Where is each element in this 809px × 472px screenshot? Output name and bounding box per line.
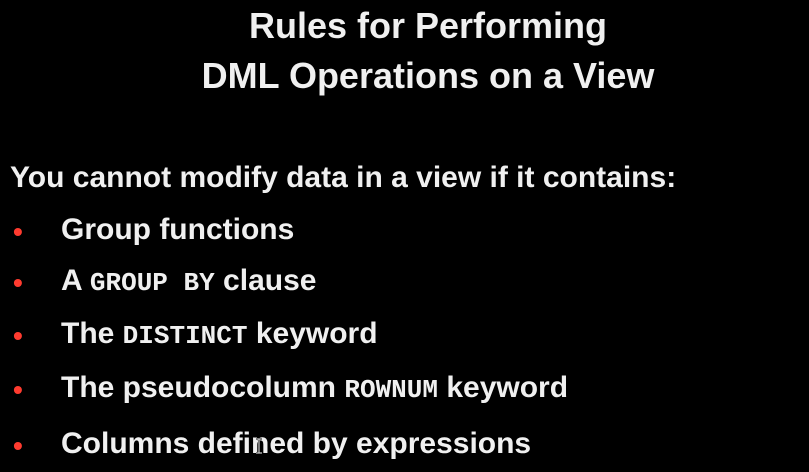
bullet-icon: • xyxy=(13,374,23,405)
bullet-text-suffix: clause xyxy=(214,264,317,297)
bullet-list: • Group functions • A GROUP BY clause • … xyxy=(0,0,809,472)
bullet-text: The pseudocolumn ROWNUM keyword xyxy=(61,366,568,412)
slide: Rules for Performing DML Operations on a… xyxy=(0,0,809,472)
bullet-text-suffix: keyword xyxy=(437,371,569,404)
bullet-text: Columns defined by expressions xyxy=(61,422,531,466)
bullet-text: Group functions xyxy=(61,208,294,252)
bullet-text-prefix: The xyxy=(61,317,123,350)
list-item: • Group functions xyxy=(0,208,809,252)
list-item: • A GROUP BY clause xyxy=(0,259,809,303)
bullet-code: DISTINCT xyxy=(122,321,248,351)
bullet-text-plain: Columns defined by expressions xyxy=(61,427,532,460)
bullet-text-prefix: The pseudocolumn xyxy=(61,371,345,404)
bullet-icon: • xyxy=(13,320,23,351)
bullet-text: The DISTINCT keyword xyxy=(61,312,378,358)
bullet-text-suffix: keyword xyxy=(247,317,378,350)
text-cursor-icon xyxy=(255,438,263,454)
bullet-icon: • xyxy=(13,267,23,298)
list-item: • Columns defined by expressions xyxy=(0,422,809,466)
list-item: • The DISTINCT keyword xyxy=(0,312,809,356)
bullet-text-prefix: A xyxy=(61,264,90,297)
list-item: • The pseudocolumn ROWNUM keyword xyxy=(0,366,809,410)
bullet-code: GROUP BY xyxy=(89,268,215,298)
bullet-icon: • xyxy=(13,216,23,247)
text-cursor-icon-svg xyxy=(256,438,262,454)
bullet-icon: • xyxy=(13,430,23,461)
bullet-text: A GROUP BY clause xyxy=(61,259,316,305)
bullet-code: ROWNUM xyxy=(344,375,438,405)
bullet-text-plain: Group functions xyxy=(61,213,295,246)
